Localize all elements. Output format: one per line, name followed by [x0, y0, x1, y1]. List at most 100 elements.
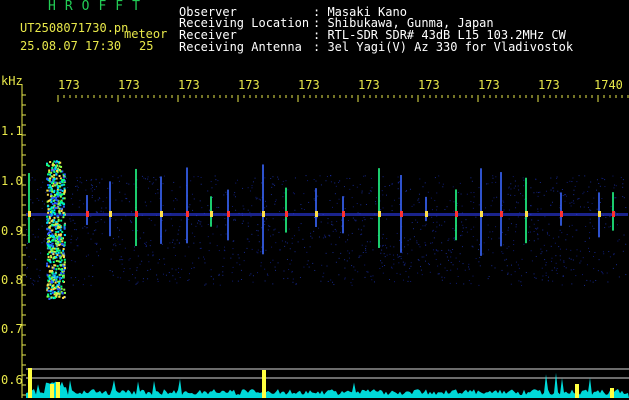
- noise-pixel: [118, 180, 120, 182]
- noise-pixel: [179, 242, 181, 244]
- noise-pixel: [425, 223, 427, 225]
- noise-pixel: [372, 275, 374, 277]
- noise-pixel: [381, 249, 383, 251]
- noise-pixel: [461, 234, 463, 236]
- meteor-burst-pixel: [52, 235, 55, 238]
- meteor-streak: [86, 195, 88, 225]
- noise-pixel: [191, 193, 193, 195]
- noise-pixel: [191, 232, 193, 234]
- noise-pixel: [322, 237, 324, 239]
- noise-pixel: [159, 176, 161, 178]
- noise-pixel: [291, 259, 293, 261]
- noise-pixel: [502, 244, 504, 246]
- meteor-burst-pixel: [48, 277, 51, 280]
- noise-pixel: [613, 187, 615, 189]
- noise-pixel: [601, 177, 603, 179]
- noise-pixel: [615, 197, 617, 199]
- noise-pixel: [521, 284, 523, 286]
- noise-pixel: [379, 267, 381, 269]
- noise-pixel: [582, 193, 584, 195]
- noise-pixel: [90, 284, 92, 286]
- noise-pixel: [173, 200, 175, 202]
- noise-pixel: [78, 279, 80, 281]
- noise-pixel: [113, 244, 115, 246]
- noise-pixel: [536, 228, 538, 230]
- noise-pixel: [550, 189, 552, 191]
- noise-pixel: [175, 197, 177, 199]
- noise-pixel: [427, 191, 429, 193]
- noise-pixel: [616, 224, 618, 226]
- noise-pixel: [411, 222, 413, 224]
- noise-pixel: [444, 209, 446, 211]
- noise-pixel: [518, 189, 520, 191]
- noise-pixel: [71, 260, 73, 262]
- noise-pixel: [361, 244, 363, 246]
- noise-pixel: [350, 282, 352, 284]
- meteor-burst-pixel: [59, 189, 62, 192]
- noise-pixel: [452, 228, 454, 230]
- noise-pixel: [400, 258, 402, 260]
- noise-pixel: [425, 254, 427, 256]
- noise-pixel: [466, 193, 468, 195]
- noise-pixel: [482, 253, 484, 255]
- meteor-burst-pixel: [48, 246, 51, 249]
- noise-pixel: [393, 263, 395, 265]
- noise-pixel: [375, 201, 377, 203]
- noise-pixel: [446, 206, 448, 208]
- noise-pixel: [82, 227, 84, 229]
- noise-pixel: [257, 234, 259, 236]
- meteor-burst-pixel: [51, 291, 54, 294]
- noise-pixel: [495, 176, 497, 178]
- noise-pixel: [315, 180, 317, 182]
- noise-pixel: [279, 249, 281, 251]
- noise-pixel: [404, 246, 406, 248]
- noise-pixel: [394, 281, 396, 283]
- noise-pixel: [429, 271, 431, 273]
- noise-pixel: [556, 272, 558, 274]
- noise-pixel: [460, 193, 462, 195]
- noise-pixel: [541, 267, 543, 269]
- noise-pixel: [323, 272, 325, 274]
- intensity-spike: [610, 388, 614, 398]
- noise-pixel: [537, 219, 539, 221]
- meteor-burst-pixel: [52, 261, 55, 264]
- noise-pixel: [326, 175, 328, 177]
- noise-pixel: [79, 181, 81, 183]
- noise-pixel: [115, 245, 117, 247]
- noise-pixel: [163, 258, 165, 260]
- noise-pixel: [42, 181, 44, 183]
- meteor-burst-pixel: [50, 201, 53, 204]
- noise-pixel: [250, 216, 252, 218]
- noise-pixel: [371, 218, 373, 220]
- meteor-head: [560, 211, 563, 217]
- noise-pixel: [383, 253, 385, 255]
- noise-pixel: [420, 228, 422, 230]
- noise-pixel: [222, 265, 224, 267]
- noise-pixel: [341, 219, 343, 221]
- noise-pixel: [165, 229, 167, 231]
- noise-pixel: [318, 227, 320, 229]
- noise-pixel: [495, 226, 497, 228]
- meteor-head: [109, 211, 112, 217]
- meteor-burst-pixel: [47, 208, 50, 211]
- noise-pixel: [199, 242, 201, 244]
- noise-pixel: [150, 268, 152, 270]
- noise-pixel: [31, 282, 33, 284]
- noise-pixel: [398, 197, 400, 199]
- noise-pixel: [622, 196, 624, 198]
- noise-pixel: [120, 258, 122, 260]
- meteor-head: [160, 211, 163, 217]
- noise-pixel: [247, 187, 249, 189]
- noise-pixel: [201, 207, 203, 209]
- noise-pixel: [147, 278, 149, 280]
- noise-pixel: [391, 267, 393, 269]
- noise-pixel: [132, 230, 134, 232]
- noise-pixel: [576, 249, 578, 251]
- noise-pixel: [193, 242, 195, 244]
- noise-pixel: [614, 184, 616, 186]
- meteor-burst-pixel: [51, 169, 54, 172]
- noise-pixel: [318, 236, 320, 238]
- noise-pixel: [270, 262, 272, 264]
- noise-pixel: [340, 252, 342, 254]
- noise-pixel: [95, 221, 97, 223]
